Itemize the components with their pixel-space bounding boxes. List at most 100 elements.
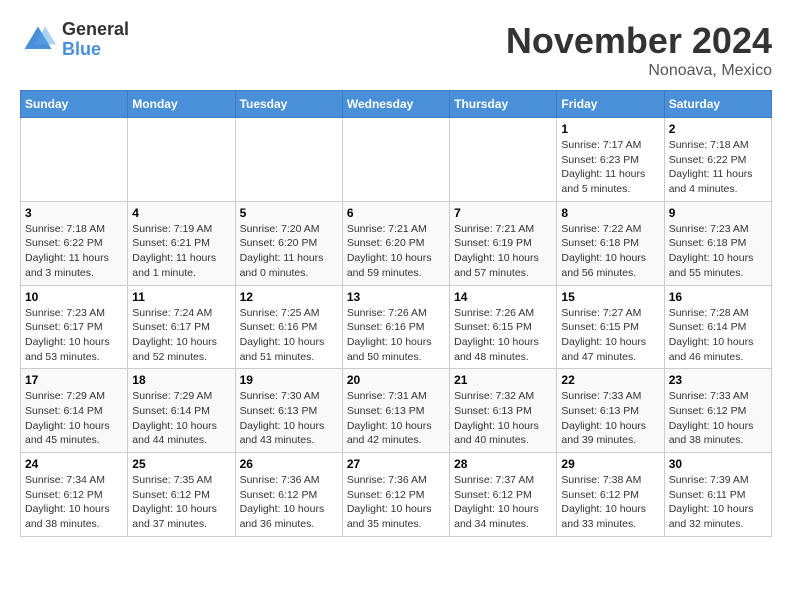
- calendar-cell: 1 Sunrise: 7:17 AM Sunset: 6:23 PM Daylig…: [557, 118, 664, 202]
- day-number: 13: [347, 290, 445, 304]
- location: Nonoava, Mexico: [506, 62, 772, 80]
- day-info: Sunrise: 7:31 AM Sunset: 6:13 PM Dayligh…: [347, 389, 445, 448]
- day-number: 8: [561, 206, 659, 220]
- calendar-cell: 16 Sunrise: 7:28 AM Sunset: 6:14 PM Dayli…: [664, 285, 771, 369]
- calendar-cell: 26 Sunrise: 7:36 AM Sunset: 6:12 PM Dayli…: [235, 453, 342, 537]
- day-info: Sunrise: 7:29 AM Sunset: 6:14 PM Dayligh…: [132, 389, 230, 448]
- calendar-day-header: Sunday: [21, 91, 128, 118]
- day-number: 16: [669, 290, 767, 304]
- calendar-week-row: 24 Sunrise: 7:34 AM Sunset: 6:12 PM Dayli…: [21, 453, 772, 537]
- calendar-cell: 4 Sunrise: 7:19 AM Sunset: 6:21 PM Daylig…: [128, 201, 235, 285]
- calendar-week-row: 3Sunrise: 7:18 AM Sunset: 6:22 PM Daylig…: [21, 201, 772, 285]
- day-number: 6: [347, 206, 445, 220]
- day-number: 29: [561, 457, 659, 471]
- day-number: 30: [669, 457, 767, 471]
- day-info: Sunrise: 7:33 AM Sunset: 6:12 PM Dayligh…: [669, 389, 767, 448]
- calendar-day-header: Friday: [557, 91, 664, 118]
- logo: General Blue: [20, 20, 129, 60]
- calendar-cell: [450, 118, 557, 202]
- day-number: 21: [454, 373, 552, 387]
- day-info: Sunrise: 7:36 AM Sunset: 6:12 PM Dayligh…: [240, 473, 338, 532]
- day-number: 11: [132, 290, 230, 304]
- calendar-cell: [128, 118, 235, 202]
- calendar-day-header: Saturday: [664, 91, 771, 118]
- calendar-cell: 2 Sunrise: 7:18 AM Sunset: 6:22 PM Daylig…: [664, 118, 771, 202]
- day-info: Sunrise: 7:30 AM Sunset: 6:13 PM Dayligh…: [240, 389, 338, 448]
- day-number: 28: [454, 457, 552, 471]
- day-number: 19: [240, 373, 338, 387]
- day-info: Sunrise: 7:28 AM Sunset: 6:14 PM Dayligh…: [669, 306, 767, 365]
- calendar-cell: 29Sunrise: 7:38 AM Sunset: 6:12 PM Dayli…: [557, 453, 664, 537]
- day-number: 9: [669, 206, 767, 220]
- day-number: 15: [561, 290, 659, 304]
- day-info: Sunrise: 7:21 AM Sunset: 6:20 PM Dayligh…: [347, 222, 445, 281]
- day-number: 27: [347, 457, 445, 471]
- calendar-cell: [21, 118, 128, 202]
- calendar-cell: 8 Sunrise: 7:22 AM Sunset: 6:18 PM Daylig…: [557, 201, 664, 285]
- day-info: Sunrise: 7:21 AM Sunset: 6:19 PM Dayligh…: [454, 222, 552, 281]
- calendar-cell: [235, 118, 342, 202]
- day-number: 24: [25, 457, 123, 471]
- calendar-day-header: Tuesday: [235, 91, 342, 118]
- calendar-cell: 30Sunrise: 7:39 AM Sunset: 6:11 PM Dayli…: [664, 453, 771, 537]
- calendar-cell: 28Sunrise: 7:37 AM Sunset: 6:12 PM Dayli…: [450, 453, 557, 537]
- calendar-cell: 27 Sunrise: 7:36 AM Sunset: 6:12 PM Dayli…: [342, 453, 449, 537]
- day-number: 1: [561, 122, 659, 136]
- day-info: Sunrise: 7:18 AM Sunset: 6:22 PM Dayligh…: [669, 138, 767, 197]
- day-info: Sunrise: 7:23 AM Sunset: 6:18 PM Dayligh…: [669, 222, 767, 281]
- day-number: 26: [240, 457, 338, 471]
- calendar-cell: 11 Sunrise: 7:24 AM Sunset: 6:17 PM Dayli…: [128, 285, 235, 369]
- day-number: 12: [240, 290, 338, 304]
- logo-icon: [20, 22, 56, 58]
- day-number: 4: [132, 206, 230, 220]
- calendar-cell: 9 Sunrise: 7:23 AM Sunset: 6:18 PM Daylig…: [664, 201, 771, 285]
- calendar-cell: 23 Sunrise: 7:33 AM Sunset: 6:12 PM Dayli…: [664, 369, 771, 453]
- day-number: 10: [25, 290, 123, 304]
- calendar-cell: 10 Sunrise: 7:23 AM Sunset: 6:17 PM Dayli…: [21, 285, 128, 369]
- day-info: Sunrise: 7:27 AM Sunset: 6:15 PM Dayligh…: [561, 306, 659, 365]
- day-number: 20: [347, 373, 445, 387]
- calendar-cell: 13 Sunrise: 7:26 AM Sunset: 6:16 PM Dayli…: [342, 285, 449, 369]
- calendar-cell: 7 Sunrise: 7:21 AM Sunset: 6:19 PM Daylig…: [450, 201, 557, 285]
- calendar-cell: 25 Sunrise: 7:35 AM Sunset: 6:12 PM Dayli…: [128, 453, 235, 537]
- day-info: Sunrise: 7:17 AM Sunset: 6:23 PM Dayligh…: [561, 138, 659, 197]
- month-title: November 2024: [506, 20, 772, 62]
- calendar-cell: 18 Sunrise: 7:29 AM Sunset: 6:14 PM Dayli…: [128, 369, 235, 453]
- day-number: 17: [25, 373, 123, 387]
- calendar-day-header: Wednesday: [342, 91, 449, 118]
- day-number: 25: [132, 457, 230, 471]
- calendar-cell: 17 Sunrise: 7:29 AM Sunset: 6:14 PM Dayli…: [21, 369, 128, 453]
- page-header: General Blue November 2024 Nonoava, Mexi…: [20, 20, 772, 80]
- day-number: 23: [669, 373, 767, 387]
- title-block: November 2024 Nonoava, Mexico: [506, 20, 772, 80]
- day-info: Sunrise: 7:24 AM Sunset: 6:17 PM Dayligh…: [132, 306, 230, 365]
- calendar-cell: [342, 118, 449, 202]
- day-info: Sunrise: 7:23 AM Sunset: 6:17 PM Dayligh…: [25, 306, 123, 365]
- calendar-week-row: 1 Sunrise: 7:17 AM Sunset: 6:23 PM Daylig…: [21, 118, 772, 202]
- day-info: Sunrise: 7:25 AM Sunset: 6:16 PM Dayligh…: [240, 306, 338, 365]
- calendar-cell: 3Sunrise: 7:18 AM Sunset: 6:22 PM Daylig…: [21, 201, 128, 285]
- calendar-cell: 19 Sunrise: 7:30 AM Sunset: 6:13 PM Dayli…: [235, 369, 342, 453]
- calendar-week-row: 17 Sunrise: 7:29 AM Sunset: 6:14 PM Dayli…: [21, 369, 772, 453]
- day-info: Sunrise: 7:29 AM Sunset: 6:14 PM Dayligh…: [25, 389, 123, 448]
- day-number: 18: [132, 373, 230, 387]
- calendar-week-row: 10 Sunrise: 7:23 AM Sunset: 6:17 PM Dayli…: [21, 285, 772, 369]
- calendar-day-header: Monday: [128, 91, 235, 118]
- day-number: 7: [454, 206, 552, 220]
- day-info: Sunrise: 7:26 AM Sunset: 6:16 PM Dayligh…: [347, 306, 445, 365]
- calendar-cell: 14Sunrise: 7:26 AM Sunset: 6:15 PM Dayli…: [450, 285, 557, 369]
- day-info: Sunrise: 7:35 AM Sunset: 6:12 PM Dayligh…: [132, 473, 230, 532]
- calendar-cell: 6 Sunrise: 7:21 AM Sunset: 6:20 PM Daylig…: [342, 201, 449, 285]
- day-number: 22: [561, 373, 659, 387]
- logo-text: General Blue: [62, 20, 129, 60]
- day-number: 2: [669, 122, 767, 136]
- day-info: Sunrise: 7:32 AM Sunset: 6:13 PM Dayligh…: [454, 389, 552, 448]
- logo-general: General: [62, 20, 129, 40]
- day-info: Sunrise: 7:33 AM Sunset: 6:13 PM Dayligh…: [561, 389, 659, 448]
- day-info: Sunrise: 7:36 AM Sunset: 6:12 PM Dayligh…: [347, 473, 445, 532]
- day-info: Sunrise: 7:22 AM Sunset: 6:18 PM Dayligh…: [561, 222, 659, 281]
- day-number: 14: [454, 290, 552, 304]
- day-info: Sunrise: 7:19 AM Sunset: 6:21 PM Dayligh…: [132, 222, 230, 281]
- day-info: Sunrise: 7:34 AM Sunset: 6:12 PM Dayligh…: [25, 473, 123, 532]
- calendar-cell: 5Sunrise: 7:20 AM Sunset: 6:20 PM Daylig…: [235, 201, 342, 285]
